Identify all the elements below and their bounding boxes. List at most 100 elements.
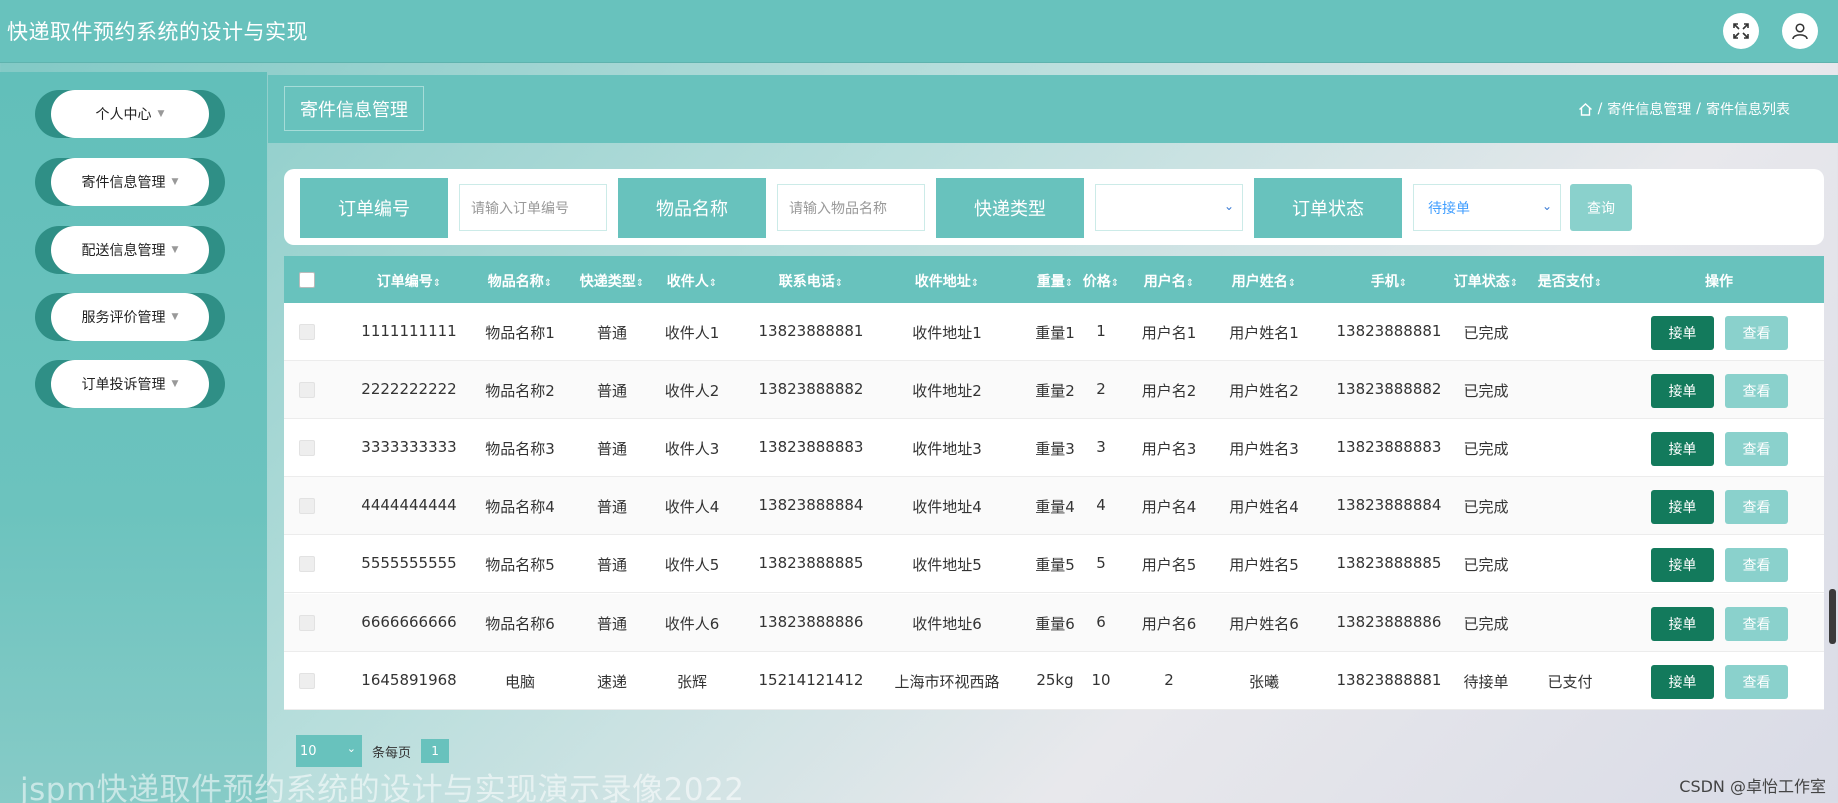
column-header[interactable]: 手机⇕: [1328, 271, 1450, 291]
table-cell: 收件人6: [664, 614, 720, 633]
table-cell: 待接单: [1463, 672, 1509, 691]
home-icon[interactable]: [1578, 102, 1593, 117]
item-name-input[interactable]: 请输入物品名称: [777, 184, 925, 231]
column-header[interactable]: 用户姓名⇕: [1212, 271, 1316, 291]
table-cell: 用户姓名1: [1229, 324, 1299, 342]
table-cell: 用户名4: [1141, 498, 1197, 517]
table-cell: 2: [1164, 670, 1174, 689]
express-type-select[interactable]: ⌄: [1095, 184, 1243, 231]
table-cell: 普通: [596, 498, 627, 517]
page-size-select[interactable]: 10 ⌄: [296, 735, 362, 767]
row-checkbox[interactable]: [299, 324, 315, 340]
table-cell: 已支付: [1547, 672, 1593, 691]
table-cell: 1645891968: [361, 670, 457, 689]
view-button[interactable]: 查看: [1725, 664, 1788, 699]
table-cell: 已完成: [1463, 614, 1509, 633]
row-checkbox[interactable]: [299, 672, 315, 689]
chevron-down-icon: ⌄: [346, 742, 356, 755]
row-checkbox[interactable]: [299, 498, 315, 515]
row-checkbox[interactable]: [299, 614, 315, 631]
table-row: 6666666666 物品名称6 普通 收件人6 13823888886 收件地址6 重量6…: [284, 593, 1824, 652]
column-header[interactable]: 物品名称⇕: [468, 271, 572, 291]
accept-order-button[interactable]: 接单: [1651, 316, 1714, 350]
table-cell: 收件人2: [664, 382, 720, 401]
column-header[interactable]: 收件地址⇕: [872, 271, 1022, 291]
row-checkbox[interactable]: [299, 382, 315, 399]
view-button[interactable]: 查看: [1725, 548, 1788, 583]
column-header[interactable]: 订单状态⇕: [1444, 271, 1528, 291]
row-checkbox[interactable]: [299, 440, 315, 457]
table-cell: 3: [1096, 438, 1106, 457]
table-cell: 13823888882: [758, 380, 864, 399]
table-row: 5555555555 物品名称5 普通 收件人5 13823888885 收件地址5 重量5…: [284, 535, 1824, 594]
view-button[interactable]: 查看: [1725, 606, 1788, 641]
table-cell: 物品名称1: [485, 324, 555, 342]
caret-down-icon: ▼: [171, 379, 179, 389]
breadcrumb-item: 寄件信息列表: [1706, 102, 1790, 118]
search-bar: 订单编号 请输入订单编号 物品名称 请输入物品名称 快递类型 ⌄ 订单状态 待接…: [284, 169, 1824, 245]
sidebar-item-personal-center[interactable]: 个人中心 ▼: [35, 90, 225, 138]
scrollbar-thumb[interactable]: [1829, 589, 1836, 644]
breadcrumb: / 寄件信息管理 / 寄件信息列表: [1578, 99, 1790, 119]
chevron-down-icon: ⌄: [1541, 199, 1552, 213]
table-cell: 13823888881: [758, 322, 864, 340]
table-cell: 用户名5: [1141, 556, 1197, 575]
row-checkbox[interactable]: [299, 556, 315, 573]
table-cell: 13823888881: [1336, 670, 1442, 689]
accept-order-button[interactable]: 接单: [1651, 606, 1714, 641]
accept-order-button[interactable]: 接单: [1651, 548, 1714, 583]
table-cell: 用户名3: [1141, 440, 1197, 459]
view-button[interactable]: 查看: [1725, 490, 1788, 525]
sidebar-item-shipment-management[interactable]: 寄件信息管理 ▼: [35, 158, 225, 206]
order-status-select[interactable]: 待接单 ⌄: [1413, 184, 1561, 231]
column-header[interactable]: 是否支付⇕: [1528, 271, 1612, 291]
view-button[interactable]: 查看: [1725, 316, 1788, 350]
top-bar: 快递取件预约系统的设计与实现: [0, 0, 1838, 63]
breadcrumb-item[interactable]: 寄件信息管理: [1607, 99, 1691, 119]
caret-down-icon: ▼: [171, 245, 179, 255]
column-header[interactable]: 订单编号⇕: [357, 271, 461, 291]
table-cell: 已完成: [1463, 382, 1509, 401]
page-number-button[interactable]: 1: [421, 739, 450, 763]
accept-order-button[interactable]: 接单: [1651, 490, 1714, 525]
table-cell: 10: [1091, 670, 1111, 689]
fullscreen-button[interactable]: [1723, 13, 1759, 49]
accept-order-button[interactable]: 接单: [1651, 374, 1714, 409]
table-cell: 13823888885: [758, 554, 864, 573]
table-cell: 已完成: [1463, 498, 1509, 517]
column-header[interactable]: 快递类型⇕: [567, 271, 657, 291]
table-cell: 收件人5: [664, 556, 720, 575]
sidebar-item-review-management[interactable]: 服务评价管理 ▼: [35, 293, 225, 341]
table-cell: 2: [1096, 380, 1106, 399]
per-page-label: 条每页: [372, 745, 412, 761]
sidebar-item-delivery-management[interactable]: 配送信息管理 ▼: [35, 226, 225, 274]
view-button[interactable]: 查看: [1725, 374, 1788, 409]
table-cell: 5555555555: [361, 554, 457, 573]
video-watermark: jspm快递取件预约系统的设计与实现演示录像2022: [20, 772, 745, 803]
column-header[interactable]: 用户名⇕: [1127, 271, 1211, 291]
select-all-checkbox[interactable]: [299, 272, 315, 288]
accept-order-button[interactable]: 接单: [1651, 664, 1714, 699]
table-row: 3333333333 物品名称3 普通 收件人3 13823888883 收件地址3 重量3…: [284, 419, 1824, 478]
column-header[interactable]: 联系电话⇕: [743, 271, 879, 291]
table-cell: 收件地址2: [912, 382, 982, 401]
table-cell: 4: [1096, 496, 1106, 515]
sidebar-item-complaint-management[interactable]: 订单投诉管理 ▼: [35, 360, 225, 408]
query-button[interactable]: 查询: [1570, 184, 1632, 231]
table-cell: 13823888884: [1336, 496, 1442, 515]
order-no-input[interactable]: 请输入订单编号: [459, 184, 607, 231]
table-cell: 4444444444: [361, 496, 457, 515]
table-cell: 收件人1: [664, 324, 720, 342]
column-header[interactable]: 价格⇕: [1071, 271, 1131, 291]
column-header[interactable]: 收件人⇕: [650, 271, 734, 291]
table-row: 1645891968 电脑 速递 张辉 15214121412 上海市环视西路 25kg 10…: [284, 652, 1824, 710]
user-icon: [1792, 23, 1808, 40]
user-avatar-button[interactable]: [1782, 13, 1818, 49]
content-header: 寄件信息管理 / 寄件信息管理 / 寄件信息列表: [268, 75, 1838, 143]
table-header: 订单编号⇕ 物品名称⇕ 快递类型⇕ 收件人⇕ 联系电话⇕ 收件地址⇕ 重量⇕ 价…: [284, 256, 1824, 303]
accept-order-button[interactable]: 接单: [1651, 432, 1714, 467]
table-cell: 13823888886: [1336, 612, 1442, 631]
caret-down-icon: ▼: [171, 312, 179, 322]
view-button[interactable]: 查看: [1725, 432, 1788, 467]
table-cell: 用户姓名3: [1229, 440, 1299, 459]
